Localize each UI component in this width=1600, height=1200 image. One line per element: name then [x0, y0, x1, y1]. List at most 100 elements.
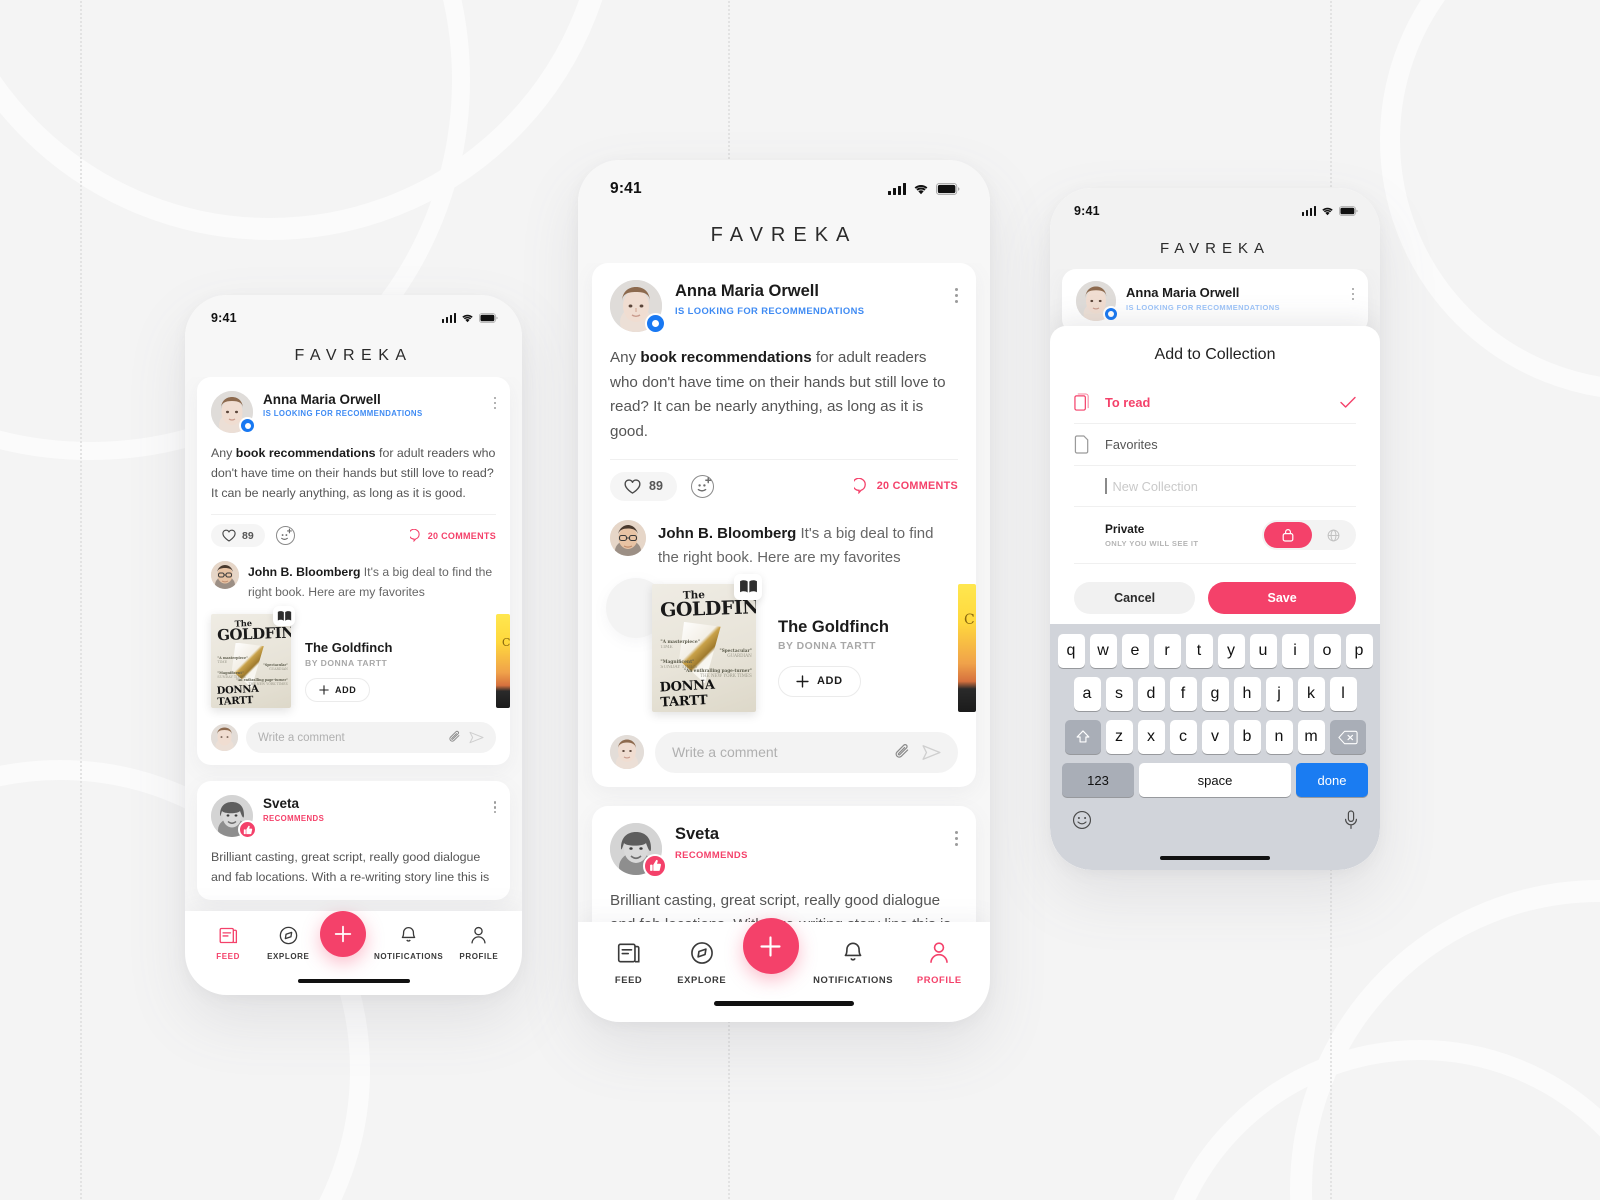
key-r[interactable]: r [1153, 634, 1181, 668]
software-keyboard[interactable]: q w e r t y u i o p a s d f g h j k l z … [1050, 624, 1380, 870]
like-button[interactable]: 89 [610, 471, 677, 501]
create-post-button[interactable] [742, 918, 799, 974]
cancel-button[interactable]: Cancel [1074, 582, 1196, 614]
create-post-button[interactable] [320, 911, 367, 957]
phone-right: 9:41 FAVREKA Anna Maria Orwell IS LOOKIN… [1050, 188, 1380, 870]
key-v[interactable]: v [1201, 720, 1229, 754]
key-u[interactable]: u [1249, 634, 1277, 668]
avatar[interactable] [610, 280, 666, 334]
avatar[interactable] [211, 795, 257, 840]
like-count: 89 [649, 479, 663, 493]
post-actions: 89 20 COMMENTS [211, 514, 496, 548]
next-book-peek[interactable]: C [496, 614, 510, 709]
new-collection-input[interactable]: New Collection [1074, 466, 1356, 507]
key-g[interactable]: g [1201, 677, 1229, 711]
comments-link[interactable]: 20 COMMENTS [853, 478, 958, 494]
book-cover-image[interactable]: The GOLDFINCH "A masterpiece" TIME "Magni… [211, 614, 291, 709]
shift-key[interactable] [1064, 720, 1101, 754]
post-menu-button[interactable] [493, 795, 496, 814]
bottom-tab-bar[interactable]: FEED EXPLORE NOTIFICATIONS PROFILE [578, 918, 990, 1022]
sidebar-item-feed[interactable]: FEED [200, 925, 256, 961]
key-t[interactable]: t [1185, 634, 1213, 668]
emoji-key[interactable] [1072, 810, 1092, 835]
book-cover-image[interactable]: The GOLDFINCH "A masterpiece" TIME "Magni… [652, 583, 756, 712]
avatar[interactable] [610, 519, 646, 556]
key-q[interactable]: q [1057, 634, 1085, 668]
add-to-collection-button[interactable]: ADD [305, 678, 371, 703]
numbers-key[interactable]: 123 [1062, 763, 1134, 797]
post-menu-button[interactable] [493, 391, 496, 410]
key-j[interactable]: j [1265, 677, 1293, 711]
send-icon[interactable] [469, 731, 484, 744]
post-card[interactable]: Anna Maria Orwell IS LOOKING FOR RECOMME… [197, 377, 510, 766]
sidebar-item-notifications[interactable]: NOTIFICATIONS [804, 940, 902, 985]
feed-list[interactable]: Anna Maria Orwell IS LOOKING FOR RECOMME… [185, 377, 522, 995]
book-card[interactable]: The GOLDFINCH "A masterpiece" TIME "Magni… [652, 573, 889, 712]
add-reaction-button[interactable] [275, 526, 295, 546]
done-key[interactable]: done [1296, 763, 1368, 797]
key-o[interactable]: o [1313, 634, 1341, 668]
key-f[interactable]: f [1169, 677, 1197, 711]
next-book-peek[interactable]: C [958, 583, 976, 712]
comment-input[interactable]: Write a comment [655, 731, 958, 773]
sidebar-item-explore[interactable]: EXPLORE [666, 940, 738, 985]
privacy-public-option[interactable] [1312, 522, 1354, 548]
comment-input[interactable]: Write a comment [246, 722, 496, 754]
key-m[interactable]: m [1297, 720, 1325, 754]
like-button[interactable]: 89 [211, 524, 265, 548]
sidebar-item-profile[interactable]: PROFILE [907, 940, 971, 985]
key-z[interactable]: z [1105, 720, 1133, 754]
avatar[interactable] [211, 391, 256, 434]
sidebar-item-profile[interactable]: PROFILE [451, 925, 507, 961]
post-menu-button[interactable] [955, 823, 958, 846]
privacy-private-option[interactable] [1264, 522, 1312, 548]
comment-composer[interactable]: Write a comment [610, 731, 958, 773]
add-to-collection-button[interactable]: ADD [778, 665, 861, 697]
key-h[interactable]: h [1233, 677, 1261, 711]
collection-row-favorites[interactable]: Favorites [1074, 424, 1356, 466]
post-menu-button[interactable] [955, 280, 958, 303]
comment-composer[interactable]: Write a comment [211, 722, 496, 754]
key-n[interactable]: n [1265, 720, 1293, 754]
key-x[interactable]: x [1137, 720, 1165, 754]
collection-row-to-read[interactable]: To read [1074, 382, 1356, 424]
sidebar-item-notifications[interactable]: NOTIFICATIONS [369, 925, 449, 961]
book-card[interactable]: The GOLDFINCH "A masterpiece" TIME "Magni… [211, 606, 392, 709]
comments-link[interactable]: 20 COMMENTS [409, 529, 496, 543]
paperclip-icon[interactable] [448, 730, 461, 745]
bottom-tab-bar[interactable]: FEED EXPLORE NOTIFICATIONS PROFILE [185, 911, 522, 995]
post-card[interactable]: Sveta RECOMMENDS Brilliant casting, grea… [197, 781, 510, 900]
key-a[interactable]: a [1073, 677, 1101, 711]
key-s[interactable]: s [1105, 677, 1133, 711]
backspace-key[interactable] [1329, 720, 1366, 754]
send-icon[interactable] [922, 744, 941, 761]
sidebar-item-feed[interactable]: FEED [597, 940, 661, 985]
key-y[interactable]: y [1217, 634, 1245, 668]
key-c[interactable]: c [1169, 720, 1197, 754]
post-card[interactable]: Anna Maria Orwell IS LOOKING FOR RECOMME… [592, 263, 976, 787]
comment-item[interactable]: John B. Bloomberg It's a big deal to fin… [211, 561, 496, 602]
post-body: Any book recommendations for adult reade… [610, 346, 958, 445]
book-author: BY DONNA TARTT [305, 658, 388, 669]
save-button[interactable]: Save [1208, 582, 1356, 614]
paperclip-icon[interactable] [894, 743, 910, 762]
feed-list[interactable]: Anna Maria Orwell IS LOOKING FOR RECOMME… [578, 263, 990, 1022]
comment-item[interactable]: John B. Bloomberg It's a big deal to fin… [610, 519, 958, 570]
avatar[interactable] [610, 822, 667, 878]
key-d[interactable]: d [1137, 677, 1165, 711]
dictation-key[interactable] [1344, 810, 1358, 835]
key-l[interactable]: l [1329, 677, 1357, 711]
sidebar-item-explore[interactable]: EXPLORE [258, 925, 318, 961]
book-author: BY DONNA TARTT [778, 640, 877, 652]
privacy-toggle[interactable] [1262, 520, 1356, 550]
post-author-name: Anna Maria Orwell [263, 392, 381, 407]
avatar[interactable] [211, 561, 239, 590]
key-p[interactable]: p [1345, 634, 1373, 668]
key-i[interactable]: i [1281, 634, 1309, 668]
key-e[interactable]: e [1121, 634, 1149, 668]
key-b[interactable]: b [1233, 720, 1261, 754]
key-k[interactable]: k [1297, 677, 1325, 711]
key-w[interactable]: w [1089, 634, 1117, 668]
space-key[interactable]: space [1139, 763, 1291, 797]
add-reaction-button[interactable] [690, 474, 714, 498]
